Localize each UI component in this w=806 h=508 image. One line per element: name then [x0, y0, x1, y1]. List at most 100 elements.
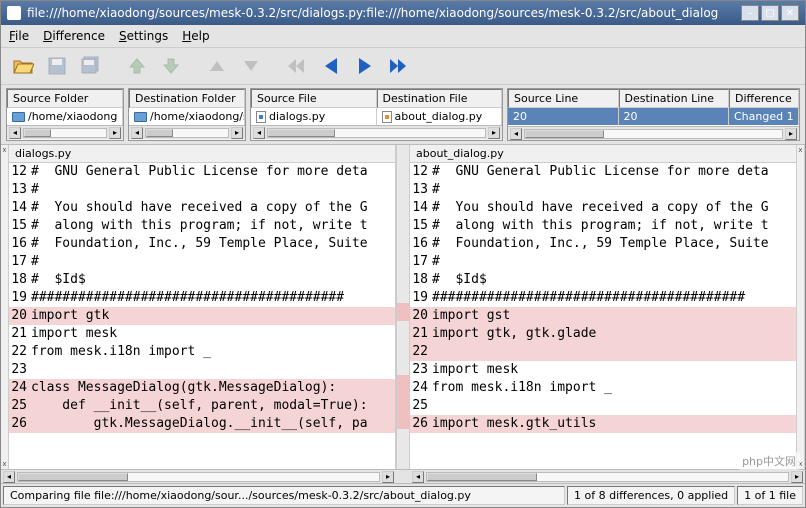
dest-folder-row[interactable]: /home/xiaodong/so [129, 108, 245, 125]
source-file-cell[interactable]: dialogs.py [251, 108, 377, 125]
right-pane: about_dialog.py 12# GNU General Public L… [410, 145, 797, 469]
hscroll-thumb[interactable] [426, 472, 789, 482]
save-button [43, 52, 71, 80]
top-panels: Source Folder /home/xiaodong ◂▸ Destinat… [1, 85, 805, 145]
dest-file-header[interactable]: Destination File [377, 89, 503, 108]
code-line[interactable]: 20import gst [410, 307, 796, 325]
statusbar: Comparing file file:///home/xiaodong/sou… [1, 483, 805, 507]
code-line[interactable]: 14# You should have received a copy of t… [9, 199, 395, 217]
dstline-header[interactable]: Destination Line [619, 89, 730, 108]
status-filecount: 1 of 1 file [737, 486, 803, 505]
code-line[interactable]: 18# $Id$ [9, 271, 395, 289]
hscroll-thumb[interactable] [17, 472, 380, 482]
left-pane: dialogs.py 12# GNU General Public Licens… [9, 145, 396, 469]
dest-folder-panel: Destination Folder /home/xiaodong/so ◂▸ [128, 88, 246, 141]
up-button [123, 52, 151, 80]
menu-help[interactable]: Help [182, 29, 209, 43]
code-line[interactable]: 24from mesk.i18n import _ [410, 379, 796, 397]
app-icon [7, 6, 21, 20]
up-triangle-button [203, 52, 231, 80]
hscrollbar[interactable]: ◂▸ [129, 125, 245, 139]
close-icon[interactable]: x [1, 460, 8, 468]
code-line[interactable]: 24class MessageDialog(gtk.MessageDialog)… [9, 379, 395, 397]
down-button [157, 52, 185, 80]
left-overview-gutter[interactable]: xx [1, 145, 9, 469]
window-title: file:///home/xiaodong/sources/mesk-0.3.2… [27, 6, 741, 20]
code-line[interactable]: 17# [410, 253, 796, 271]
source-folder-row[interactable]: /home/xiaodong [7, 108, 123, 125]
menubar: File Difference Settings Help [1, 25, 805, 48]
hscrollbar[interactable]: ◂▸ [7, 125, 123, 139]
file-icon [382, 111, 392, 123]
hscrollbar[interactable]: ◂▸ [251, 125, 502, 139]
code-line[interactable]: 19######################################… [410, 289, 796, 307]
scroll-right-button[interactable]: ▸ [382, 471, 394, 483]
diff-row[interactable]: 20 20 Changed 1 li [508, 108, 799, 125]
app-window: file:///home/xiaodong/sources/mesk-0.3.2… [0, 0, 806, 508]
code-line[interactable]: 12# GNU General Public License for more … [410, 163, 796, 181]
maximize-button[interactable]: ▢ [761, 5, 779, 21]
code-line[interactable]: 16# Foundation, Inc., 59 Temple Place, S… [9, 235, 395, 253]
code-line[interactable]: 17# [9, 253, 395, 271]
code-line[interactable]: 15# along with this program; if not, wri… [410, 217, 796, 235]
code-line[interactable]: 25 def __init__(self, parent, modal=True… [9, 397, 395, 415]
menu-difference[interactable]: Difference [43, 29, 105, 43]
code-line[interactable]: 12# GNU General Public License for more … [9, 163, 395, 181]
menu-file[interactable]: File [9, 29, 29, 43]
files-panel: Source File Destination File dialogs.py … [250, 88, 503, 141]
code-line[interactable]: 23 [9, 361, 395, 379]
status-main: Comparing file file:///home/xiaodong/sou… [3, 486, 565, 505]
code-line[interactable]: 14# You should have received a copy of t… [410, 199, 796, 217]
code-line[interactable]: 13# [9, 181, 395, 199]
srcline-header[interactable]: Source Line [508, 89, 619, 108]
close-icon[interactable]: x [797, 146, 804, 154]
scroll-left-button[interactable]: ◂ [412, 471, 424, 483]
code-line[interactable]: 26import mesk.gtk_utils [410, 415, 796, 433]
code-line[interactable]: 16# Foundation, Inc., 59 Temple Place, S… [410, 235, 796, 253]
close-icon[interactable]: x [1, 146, 8, 154]
file-icon [256, 111, 266, 123]
right-code[interactable]: 12# GNU General Public License for more … [410, 163, 796, 433]
left-code[interactable]: 12# GNU General Public License for more … [9, 163, 395, 433]
menu-settings[interactable]: Settings [119, 29, 168, 43]
right-overview-gutter[interactable]: xx [797, 145, 805, 469]
close-icon[interactable]: x [797, 460, 804, 468]
scroll-left-button[interactable]: ◂ [3, 471, 15, 483]
next-button[interactable] [351, 52, 379, 80]
open-button[interactable] [9, 52, 37, 80]
source-folder-header[interactable]: Source Folder [7, 89, 123, 108]
prev-button[interactable] [317, 52, 345, 80]
code-line[interactable]: 15# along with this program; if not, wri… [9, 217, 395, 235]
code-line[interactable]: 19######################################… [9, 289, 395, 307]
diff-hscroll: ◂ ▸ ◂ ▸ [1, 469, 805, 483]
code-line[interactable]: 22from mesk.i18n import _ [9, 343, 395, 361]
code-line[interactable]: 22 [410, 343, 796, 361]
code-line[interactable]: 18# $Id$ [410, 271, 796, 289]
source-file-header[interactable]: Source File [251, 89, 377, 108]
scroll-right-button[interactable]: ▸ [791, 471, 803, 483]
rewind-button [283, 52, 311, 80]
difference-header[interactable]: Difference [729, 89, 799, 108]
code-line[interactable]: 21import mesk [9, 325, 395, 343]
status-diffcount: 1 of 8 differences, 0 applied [567, 486, 735, 505]
folder-icon [12, 112, 25, 122]
code-line[interactable]: 20import gtk [9, 307, 395, 325]
hscrollbar[interactable]: ◂▸ [508, 126, 799, 140]
dest-file-cell[interactable]: about_dialog.py [377, 108, 503, 125]
difflist-panel: Source Line Destination Line Difference … [507, 88, 800, 141]
dest-folder-header[interactable]: Destination Folder [129, 89, 245, 108]
close-button[interactable]: ✕ [781, 5, 799, 21]
minimize-button[interactable]: – [741, 5, 759, 21]
code-line[interactable]: 23import mesk [410, 361, 796, 379]
code-line[interactable]: 21import gtk, gtk.glade [410, 325, 796, 343]
code-line[interactable]: 26 gtk.MessageDialog.__init__(self, pa [9, 415, 395, 433]
fast-forward-button[interactable] [385, 52, 413, 80]
right-pane-title: about_dialog.py [410, 145, 796, 163]
titlebar: file:///home/xiaodong/sources/mesk-0.3.2… [1, 1, 805, 25]
code-line[interactable]: 13# [410, 181, 796, 199]
down-triangle-button [237, 52, 265, 80]
folder-icon [134, 112, 147, 122]
middle-connector [396, 145, 410, 469]
save-all-button [77, 52, 105, 80]
code-line[interactable]: 25 [410, 397, 796, 415]
